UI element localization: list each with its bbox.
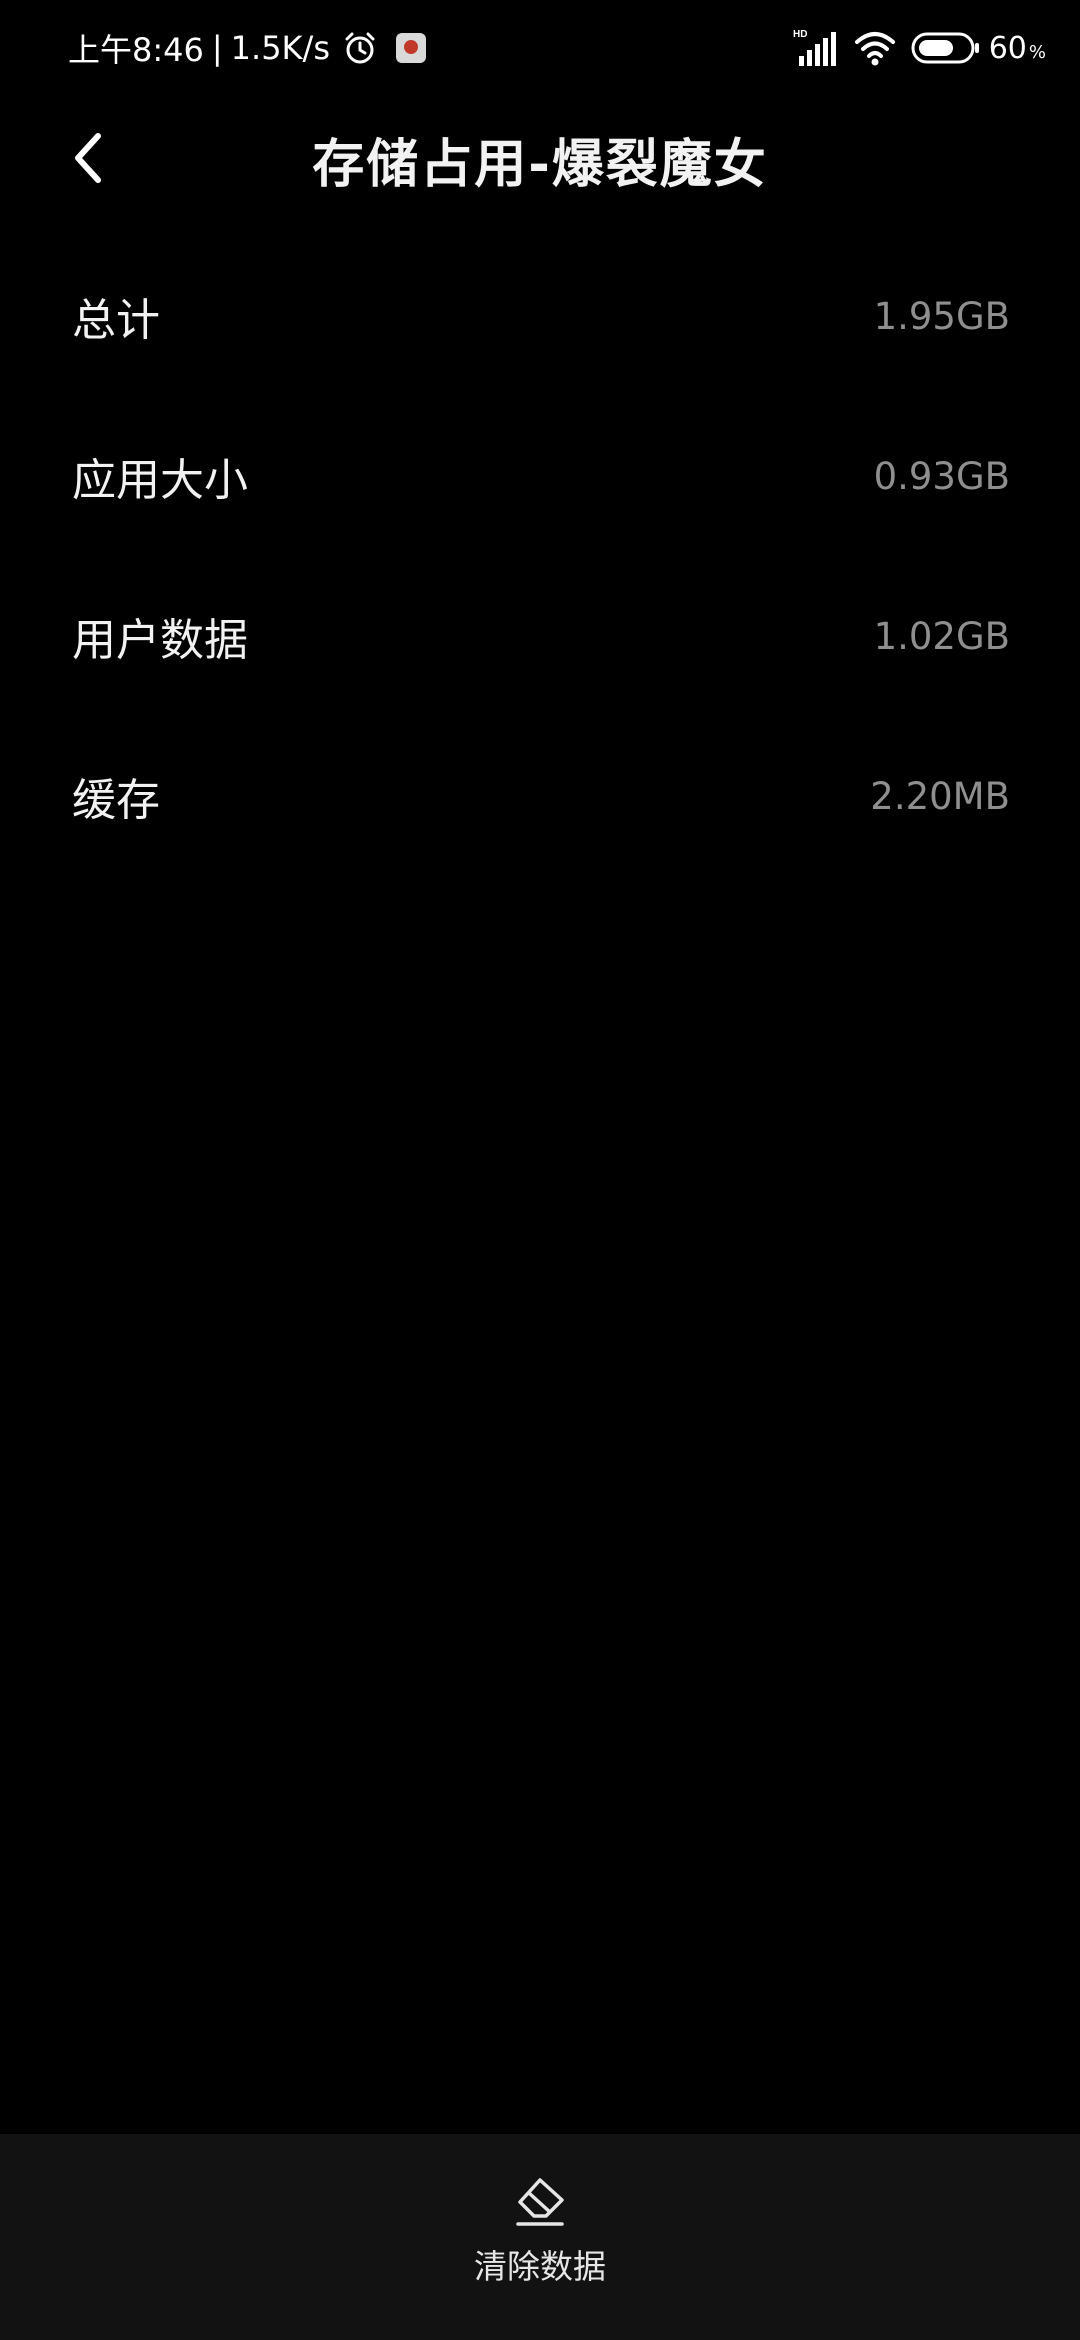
- storage-row-app-size: 应用大小 0.93GB: [0, 396, 1080, 556]
- status-separator: |: [211, 29, 223, 67]
- storage-row-user-data: 用户数据 1.02GB: [0, 556, 1080, 716]
- status-right: HD 60 %: [793, 22, 1046, 74]
- row-value: 0.93GB: [873, 454, 1010, 498]
- status-bar: 上午8:46 | 1.5K/s HD 60 %: [0, 0, 1080, 96]
- row-value: 2.20MB: [870, 774, 1010, 818]
- row-label: 用户数据: [72, 615, 248, 666]
- alarm-icon: [345, 32, 375, 64]
- row-label: 缓存: [72, 775, 160, 826]
- bottom-bar: 清除数据: [0, 2134, 1080, 2340]
- page-title: 存储占用-爆裂魔女: [312, 135, 768, 195]
- row-label: 应用大小: [72, 455, 248, 506]
- row-value: 1.02GB: [873, 614, 1010, 658]
- app-notification-icon: [395, 33, 426, 63]
- eraser-icon: [516, 2178, 564, 2226]
- title-bar: 存储占用-爆裂魔女: [0, 110, 1080, 200]
- status-left: 上午8:46 | 1.5K/s: [68, 22, 426, 74]
- storage-list: 总计 1.95GB 应用大小 0.93GB 用户数据 1.02GB 缓存 2.2…: [0, 236, 1080, 876]
- status-time: 上午8:46: [68, 31, 204, 69]
- network-speed: 1.5K/s: [230, 29, 330, 67]
- signal-icon: HD: [793, 29, 836, 66]
- network-badge: HD: [793, 29, 807, 40]
- wifi-icon: [854, 32, 895, 66]
- battery-level: 60: [988, 30, 1027, 66]
- battery-unit: %: [1028, 41, 1046, 63]
- clear-data-button[interactable]: 清除数据: [440, 2174, 640, 2314]
- row-value: 1.95GB: [873, 294, 1010, 338]
- clear-data-label: 清除数据: [474, 2247, 606, 2286]
- row-label: 总计: [72, 295, 160, 346]
- battery-icon: [911, 32, 979, 64]
- storage-row-total: 总计 1.95GB: [0, 236, 1080, 396]
- storage-row-cache: 缓存 2.20MB: [0, 716, 1080, 876]
